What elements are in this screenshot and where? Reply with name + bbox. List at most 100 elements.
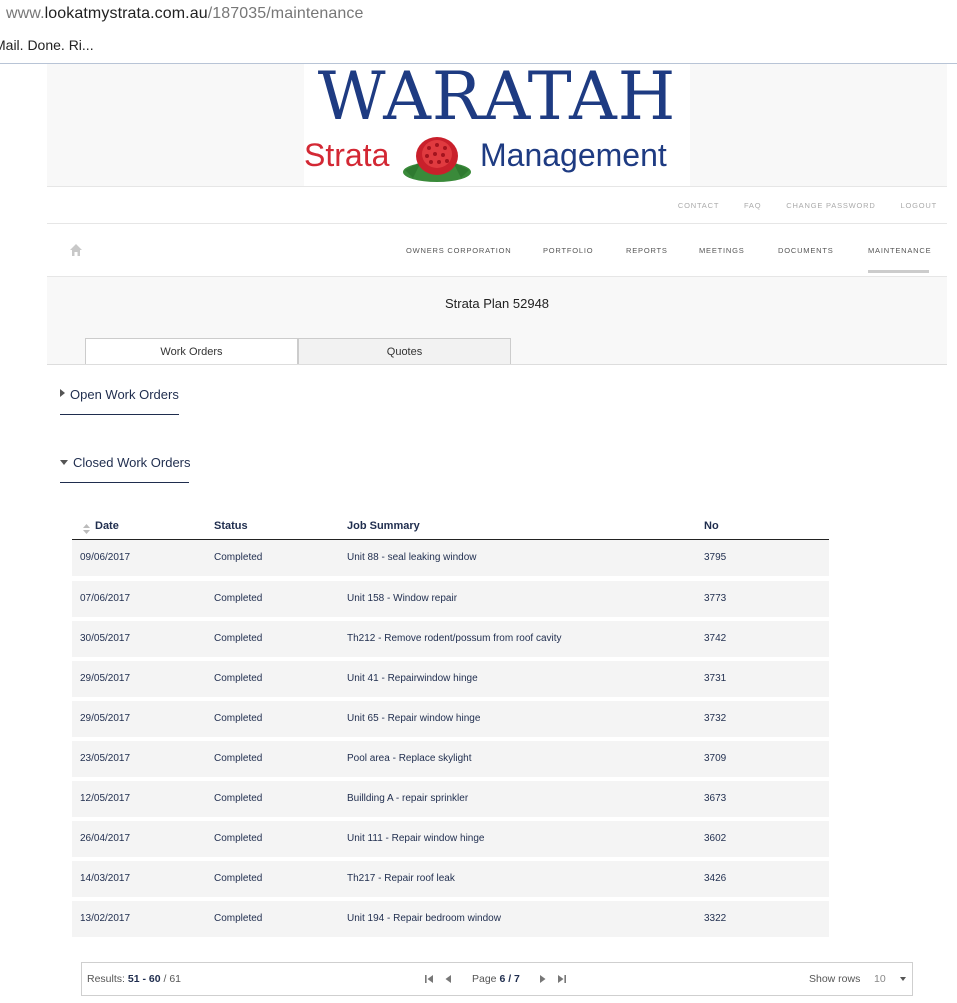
- sort-icon[interactable]: [83, 524, 90, 534]
- closed-work-orders-toggle[interactable]: Closed Work Orders: [60, 455, 191, 470]
- table-row[interactable]: 26/04/2017 Completed Unit 111 - Repair w…: [72, 821, 829, 857]
- table-row[interactable]: 09/06/2017 Completed Unit 88 - seal leak…: [72, 540, 829, 576]
- open-work-orders-label: Open Work Orders: [70, 387, 179, 402]
- number-cell: 3322: [704, 913, 727, 924]
- pagination-bar: Results: 51 - 60 / 61 Page 6 / 7 Show ro…: [81, 962, 913, 996]
- status-cell: Completed: [214, 753, 263, 764]
- table-row[interactable]: 12/05/2017 Completed Buillding A - repai…: [72, 781, 829, 817]
- bookmark-item[interactable]: Mail. Done. Ri...: [0, 37, 94, 53]
- tab-quotes[interactable]: Quotes: [298, 338, 511, 366]
- chevron-down-icon[interactable]: [900, 977, 906, 981]
- table-row[interactable]: 30/05/2017 Completed Th212 - Remove rode…: [72, 621, 829, 657]
- url-text[interactable]: www.lookatmystrata.com.au/187035/mainten…: [6, 5, 364, 23]
- waratah-flower-icon: [403, 137, 471, 182]
- nav-reports[interactable]: REPORTS: [626, 246, 668, 255]
- date-cell: 26/04/2017: [80, 833, 131, 844]
- job-summary-cell: Th217 - Repair roof leak: [347, 873, 455, 884]
- closed-work-orders-label: Closed Work Orders: [73, 455, 191, 470]
- date-cell: 07/06/2017: [80, 593, 131, 604]
- table-row[interactable]: 29/05/2017 Completed Unit 65 - Repair wi…: [72, 701, 829, 737]
- table-row[interactable]: 29/05/2017 Completed Unit 41 - Repairwin…: [72, 661, 829, 697]
- number-cell: 3426: [704, 873, 727, 884]
- date-cell: 23/05/2017: [80, 753, 131, 764]
- number-cell: 3773: [704, 593, 727, 604]
- job-summary-cell: Unit 41 - Repairwindow hinge: [347, 673, 478, 684]
- number-cell: 3731: [704, 673, 727, 684]
- url-prefix: www.: [6, 5, 45, 22]
- change-password-link[interactable]: CHANGE PASSWORD: [786, 201, 875, 210]
- first-page-icon[interactable]: [424, 973, 434, 985]
- logo-title: WARATAH: [317, 58, 677, 135]
- tab-work-orders[interactable]: Work Orders: [85, 338, 298, 366]
- page-indicator: Page 6 / 7: [472, 973, 520, 985]
- status-cell: Completed: [214, 913, 263, 924]
- status-cell: Completed: [214, 673, 263, 684]
- address-bar[interactable]: www.lookatmystrata.com.au/187035/mainten…: [0, 0, 957, 28]
- faq-link[interactable]: FAQ: [744, 201, 761, 210]
- job-summary-cell: Unit 65 - Repair window hinge: [347, 713, 481, 724]
- nav-active-indicator: [868, 270, 929, 273]
- number-cell: 3732: [704, 713, 727, 724]
- page-label: Page: [472, 973, 497, 985]
- status-cell: Completed: [214, 873, 263, 884]
- open-work-orders-toggle[interactable]: Open Work Orders: [60, 387, 179, 402]
- table-row[interactable]: 07/06/2017 Completed Unit 158 - Window r…: [72, 581, 829, 617]
- column-header-no[interactable]: No: [704, 520, 719, 532]
- contact-link[interactable]: CONTACT: [678, 201, 719, 210]
- nav-owners-corporation[interactable]: OWNERS CORPORATION: [406, 246, 512, 255]
- date-cell: 12/05/2017: [80, 793, 131, 804]
- job-summary-cell: Th212 - Remove rodent/possum from roof c…: [347, 633, 562, 644]
- next-page-icon[interactable]: [538, 973, 548, 985]
- date-cell: 13/02/2017: [80, 913, 131, 924]
- status-cell: Completed: [214, 833, 263, 844]
- number-cell: 3709: [704, 753, 727, 764]
- home-icon[interactable]: [69, 243, 83, 257]
- results-summary: Results: 51 - 60 / 61: [87, 973, 181, 985]
- status-cell: Completed: [214, 633, 263, 644]
- last-page-icon[interactable]: [557, 973, 567, 985]
- table-row[interactable]: 23/05/2017 Completed Pool area - Replace…: [72, 741, 829, 777]
- job-summary-cell: Unit 88 - seal leaking window: [347, 552, 477, 563]
- job-summary-cell: Unit 158 - Window repair: [347, 593, 458, 604]
- main-nav: OWNERS CORPORATION PORTFOLIO REPORTS MEE…: [47, 224, 947, 277]
- results-label: Results:: [87, 973, 125, 985]
- logout-link[interactable]: LOGOUT: [901, 201, 937, 210]
- nav-portfolio[interactable]: PORTFOLIO: [543, 246, 593, 255]
- job-summary-cell: Unit 111 - Repair window hinge: [347, 833, 485, 844]
- rows-per-page-select[interactable]: 10: [874, 973, 886, 985]
- column-header-date[interactable]: Date: [95, 520, 119, 532]
- status-cell: Completed: [214, 713, 263, 724]
- page-value: 6 / 7: [499, 973, 520, 985]
- logo-word-strata: Strata: [304, 137, 390, 173]
- nav-maintenance[interactable]: MAINTENANCE: [868, 246, 931, 255]
- results-range: 51 - 60: [127, 973, 161, 985]
- caret-down-icon: [60, 460, 68, 465]
- divider: [60, 414, 179, 415]
- page: WARATAH Strata Management CONTACT FAQ CH…: [47, 58, 947, 1003]
- column-header-status[interactable]: Status: [214, 520, 248, 532]
- number-cell: 3795: [704, 552, 727, 563]
- status-cell: Completed: [214, 793, 263, 804]
- nav-documents[interactable]: DOCUMENTS: [778, 246, 834, 255]
- table-row[interactable]: 13/02/2017 Completed Unit 194 - Repair b…: [72, 901, 829, 937]
- utility-links: CONTACT FAQ CHANGE PASSWORD LOGOUT: [656, 201, 937, 210]
- status-cell: Completed: [214, 593, 263, 604]
- table-header: Date Status Job Summary No: [72, 513, 829, 540]
- table-row[interactable]: 14/03/2017 Completed Th217 - Repair roof…: [72, 861, 829, 897]
- previous-page-icon[interactable]: [443, 973, 453, 985]
- date-cell: 30/05/2017: [80, 633, 131, 644]
- work-orders-panel: Open Work Orders Closed Work Orders Date…: [47, 365, 947, 1003]
- job-summary-cell: Pool area - Replace skylight: [347, 753, 472, 764]
- page-title: Strata Plan 52948: [444, 296, 550, 311]
- divider: [60, 482, 189, 483]
- date-cell: 09/06/2017: [80, 552, 131, 563]
- url-host: lookatmystrata.com.au: [44, 5, 208, 22]
- date-cell: 14/03/2017: [80, 873, 131, 884]
- url-path: /187035/maintenance: [207, 5, 364, 22]
- caret-right-icon: [60, 389, 65, 397]
- utility-bar: CONTACT FAQ CHANGE PASSWORD LOGOUT: [47, 187, 947, 224]
- show-rows-label: Show rows: [809, 973, 861, 985]
- column-header-job-summary[interactable]: Job Summary: [347, 520, 420, 532]
- nav-meetings[interactable]: MEETINGS: [699, 246, 745, 255]
- number-cell: 3602: [704, 833, 727, 844]
